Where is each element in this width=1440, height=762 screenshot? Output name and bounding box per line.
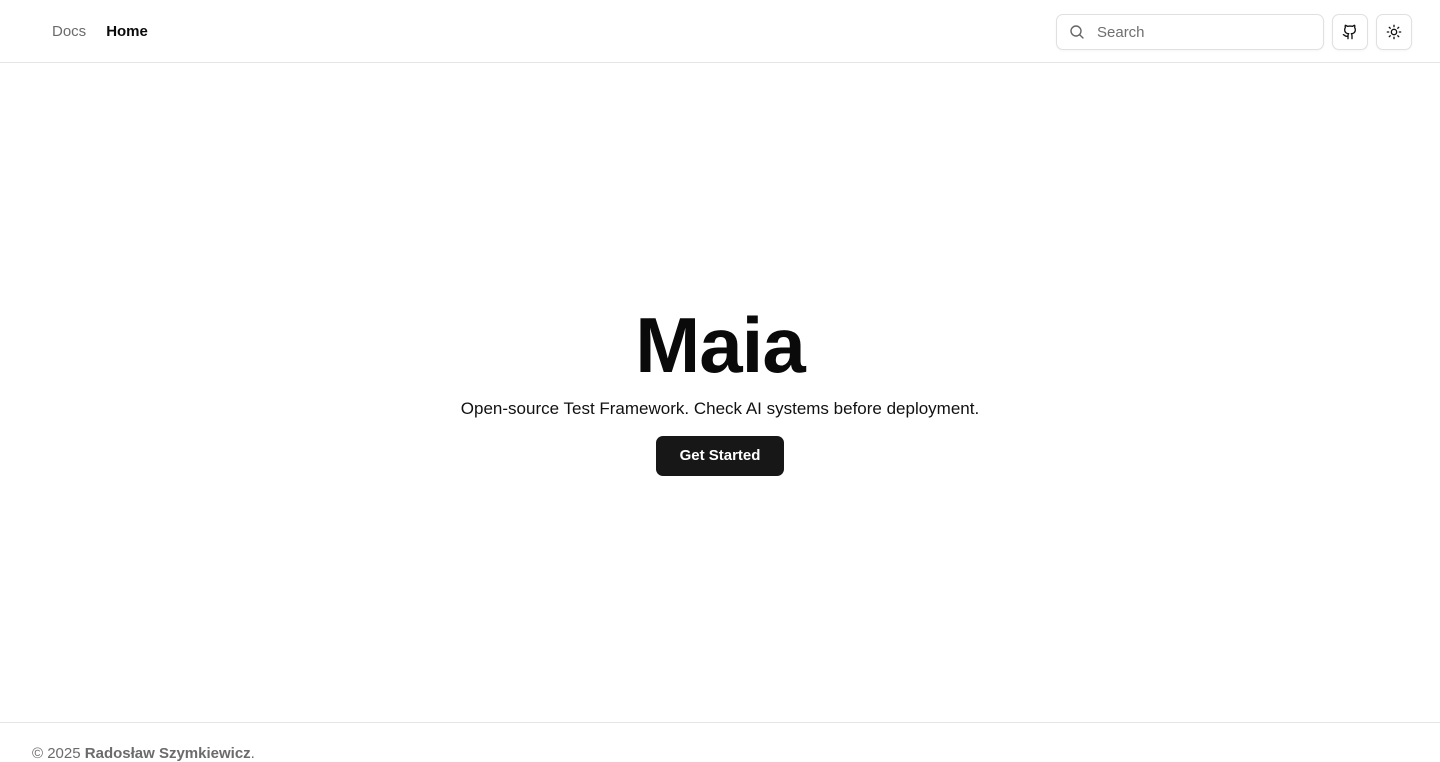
copyright-prefix: © 2025 — [32, 745, 85, 762]
copyright-suffix: . — [250, 745, 255, 762]
hero-title: Maia — [635, 301, 805, 389]
nav-link-home[interactable]: Home — [106, 23, 148, 40]
main-nav: Docs Home — [52, 0, 148, 63]
search-box[interactable] — [1056, 14, 1324, 50]
github-icon — [1342, 24, 1358, 40]
hero-subtitle: Open-source Test Framework. Check AI sys… — [460, 399, 980, 418]
nav-link-docs[interactable]: Docs — [52, 23, 86, 40]
copyright-text: © 2025 Radosław Szymkiewicz. — [32, 745, 255, 762]
page-footer: © 2025 Radosław Szymkiewicz. — [0, 722, 1440, 762]
theme-toggle-button[interactable] — [1376, 14, 1412, 50]
top-header: Docs Home — [0, 0, 1440, 63]
get-started-button[interactable]: Get Started — [655, 436, 785, 476]
copyright-author: Radosław Szymkiewicz — [84, 745, 251, 762]
github-button[interactable] — [1332, 14, 1368, 50]
search-icon — [1069, 24, 1085, 40]
hero-section: Maia Open-source Test Framework. Check A… — [0, 300, 1440, 476]
search-input[interactable] — [1097, 23, 1297, 41]
sun-icon — [1386, 24, 1402, 40]
